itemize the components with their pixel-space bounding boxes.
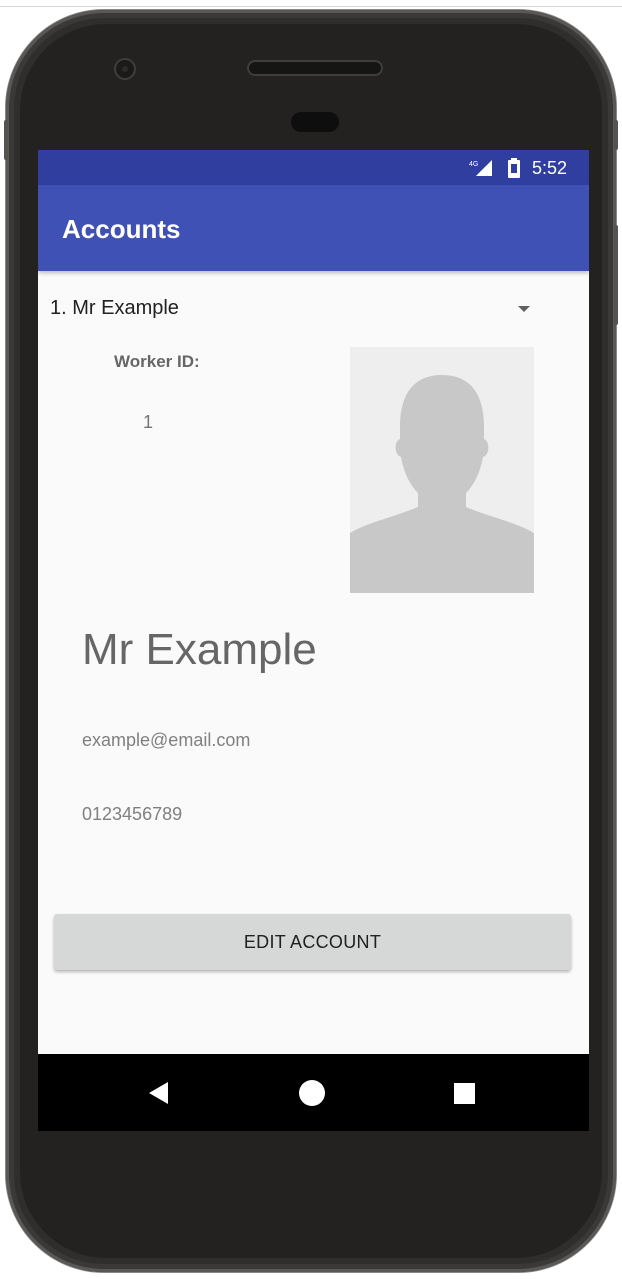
network-type-label: 4G — [469, 161, 478, 168]
dropdown-arrow-icon — [518, 306, 530, 312]
page-title: Accounts — [62, 214, 181, 244]
app-bar: Accounts — [38, 185, 589, 271]
account-spinner-selected: 1. Mr Example — [50, 297, 179, 319]
screen: 4G 5:52 Accounts 1. Mr Example Worker ID… — [38, 150, 589, 1131]
avatar — [350, 347, 534, 593]
navigation-bar — [38, 1054, 589, 1131]
signal-icon: 4G — [469, 160, 492, 176]
worker-id-value: 1 — [143, 412, 154, 432]
account-phone: 0123456789 — [82, 804, 183, 824]
side-button — [4, 120, 8, 160]
side-button — [614, 120, 618, 150]
status-time: 5:52 — [532, 158, 568, 178]
account-name: Mr Example — [82, 625, 317, 674]
front-camera — [116, 60, 134, 78]
person-silhouette-icon — [350, 347, 534, 593]
speaker-grille — [247, 60, 383, 76]
battery-icon — [508, 158, 520, 178]
account-email: example@email.com — [82, 730, 251, 750]
divider — [0, 6, 622, 7]
proximity-sensor — [291, 112, 339, 132]
status-bar: 4G 5:52 — [38, 150, 589, 185]
back-icon[interactable] — [149, 1082, 168, 1104]
account-spinner[interactable]: 1. Mr Example — [38, 290, 589, 330]
worker-id-label: Worker ID: — [114, 352, 200, 371]
recents-icon[interactable] — [454, 1083, 475, 1104]
edit-account-button[interactable]: EDIT ACCOUNT — [54, 914, 571, 970]
home-icon[interactable] — [299, 1080, 325, 1106]
side-button — [614, 225, 618, 325]
page: 4G 5:52 Accounts 1. Mr Example Worker ID… — [0, 0, 622, 1279]
